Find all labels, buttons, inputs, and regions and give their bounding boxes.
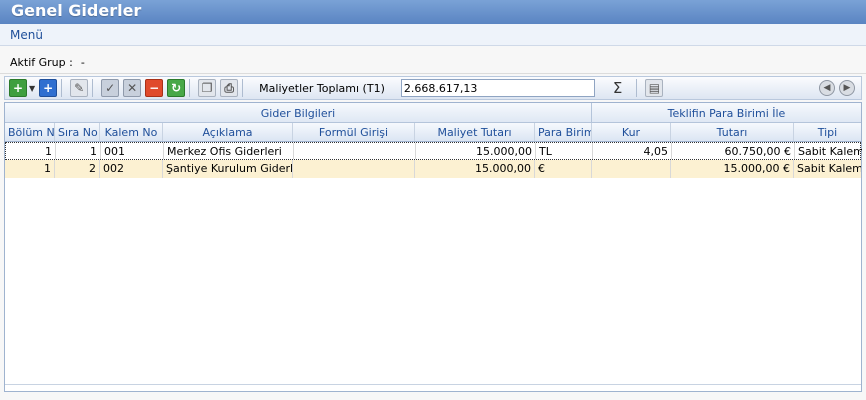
toolbar: + ▼ + ✎ ✓ ✕ − ↻ ❐ ⎙ Maliyetler Toplamı (…	[4, 76, 862, 100]
cell-bolum-no[interactable]: 1	[6, 143, 56, 159]
column-header-maliyet-tutari[interactable]: Maliyet Tutarı	[415, 123, 535, 141]
window-title: Genel Giderler	[0, 0, 866, 24]
cell-sira-no[interactable]: 2	[55, 160, 100, 178]
cell-kur[interactable]: 4,05	[593, 143, 672, 159]
cell-formul-girisi[interactable]	[294, 143, 416, 159]
group-header-teklif-para-birimi: Teklifin Para Birimi İle	[667, 107, 786, 120]
print-icon[interactable]: ⎙	[220, 79, 239, 97]
cell-kur[interactable]	[592, 160, 671, 178]
refresh-icon[interactable]: ↻	[167, 79, 186, 97]
prev-icon[interactable]: ◀	[819, 80, 835, 96]
column-header-sira-no[interactable]: Sıra No	[55, 123, 100, 141]
table-row[interactable]: 1 2 002 Şantiye Kurulum Giderleri 15.000…	[5, 160, 861, 178]
active-group-label: Aktif Grup :	[10, 56, 73, 69]
table-row[interactable]: 1 1 001 Merkez Ofis Giderleri 15.000,00 …	[5, 142, 862, 160]
sigma-icon[interactable]: Σ	[613, 79, 622, 97]
cell-bolum-no[interactable]: 1	[5, 160, 55, 178]
edit-icon[interactable]: ✎	[70, 79, 89, 97]
column-header-kur[interactable]: Kur	[592, 123, 671, 141]
copy-icon[interactable]: ❐	[198, 79, 217, 97]
toolbar-separator	[92, 79, 94, 97]
cell-aciklama[interactable]: Merkez Ofis Giderleri	[164, 143, 294, 159]
toolbar-separator	[189, 79, 191, 97]
column-header-tutari[interactable]: Tutarı	[671, 123, 794, 141]
toolbar-separator	[61, 79, 63, 97]
cell-para-birimi[interactable]: TL	[536, 143, 593, 159]
cell-sira-no[interactable]: 1	[56, 143, 101, 159]
toolbar-separator	[242, 79, 244, 97]
cell-formul-girisi[interactable]	[293, 160, 415, 178]
active-group-value: -	[80, 56, 85, 69]
add-row-icon[interactable]: +	[39, 79, 58, 97]
cell-maliyet-tutari[interactable]: 15.000,00	[415, 160, 535, 178]
group-header-gider-bilgileri: Gider Bilgileri	[5, 103, 592, 123]
total-label: Maliyetler Toplamı (T1)	[259, 81, 385, 95]
delete-icon[interactable]: −	[145, 79, 164, 97]
cell-aciklama[interactable]: Şantiye Kurulum Giderleri	[163, 160, 293, 178]
grid-footer-line	[5, 384, 861, 385]
cell-tipi[interactable]: Sabit Kalem	[795, 143, 862, 159]
column-header-row: Bölüm No Sıra No Kalem No Açıklama Formü…	[5, 123, 861, 142]
column-header-kalem-no[interactable]: Kalem No	[100, 123, 163, 141]
column-header-aciklama[interactable]: Açıklama	[163, 123, 293, 141]
check-icon[interactable]: ✓	[101, 79, 120, 97]
column-header-bolum-no[interactable]: Bölüm No	[5, 123, 55, 141]
add-icon[interactable]: +	[9, 79, 27, 97]
cell-kalem-no[interactable]: 001	[101, 143, 164, 159]
column-header-tipi[interactable]: Tipi	[794, 123, 861, 141]
cell-maliyet-tutari[interactable]: 15.000,00	[416, 143, 536, 159]
cancel-icon[interactable]: ✕	[123, 79, 142, 97]
menu-button[interactable]: Menü	[0, 24, 866, 46]
column-group-header: Gider Bilgileri Teklifin Para Birimi İle	[5, 103, 861, 123]
dropdown-arrow-icon[interactable]: ▼	[29, 84, 35, 93]
active-group-bar: Aktif Grup :-	[0, 46, 866, 74]
cell-tutari[interactable]: 15.000,00 €	[671, 160, 794, 178]
next-icon[interactable]: ▶	[839, 80, 855, 96]
cell-para-birimi[interactable]: €	[535, 160, 592, 178]
total-value-field[interactable]: 2.668.617,13	[400, 79, 595, 97]
expenses-grid: Gider Bilgileri Teklifin Para Birimi İle…	[4, 102, 862, 392]
export-icon[interactable]: ▤	[645, 79, 664, 97]
toolbar-separator	[636, 79, 638, 97]
cell-kalem-no[interactable]: 002	[100, 160, 163, 178]
column-header-para-birimi[interactable]: Para Birimi	[535, 123, 592, 141]
column-header-formul-girisi[interactable]: Formül Girişi	[293, 123, 415, 141]
cell-tutari[interactable]: 60.750,00 €	[672, 143, 795, 159]
cell-tipi[interactable]: Sabit Kalem	[794, 160, 861, 178]
